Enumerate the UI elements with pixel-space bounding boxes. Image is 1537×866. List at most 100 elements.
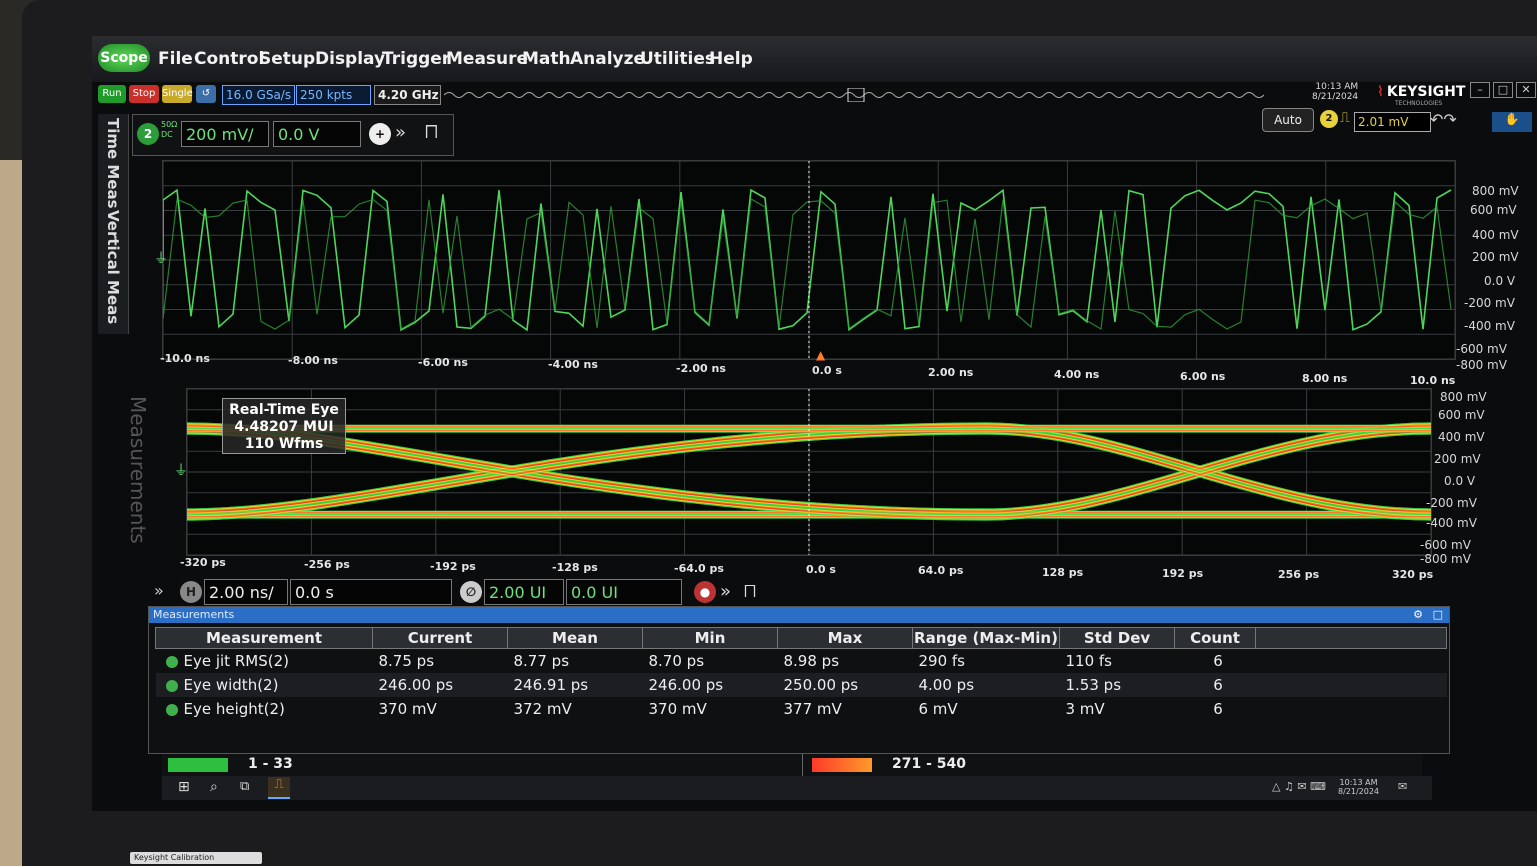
column-header[interactable]: Std Dev — [1059, 627, 1175, 649]
max-cell: 8.98 ps — [783, 652, 840, 670]
memory-depth-field[interactable]: 250 kpts — [296, 85, 371, 105]
eye-ytick: -600 mV — [1420, 538, 1471, 552]
tab-vertical-meas[interactable]: Vertical Meas — [104, 210, 122, 324]
horizontal-icon[interactable]: H — [180, 581, 202, 603]
eye-xtick: -192 ps — [430, 560, 476, 573]
touch-mode-icon[interactable]: ✋ — [1492, 112, 1532, 132]
wf-xtick: 2.00 ns — [928, 366, 974, 379]
eye-xtick: 0.0 s — [806, 563, 836, 576]
time-scale-field[interactable]: 2.00 ns/ — [204, 579, 288, 605]
notification-icon[interactable]: ✉ — [1398, 780, 1407, 793]
menu-trigger[interactable]: Trigger — [382, 49, 450, 69]
settings-icon[interactable]: ⚙ — [1413, 607, 1423, 623]
maximize-icon[interactable]: □ — [1433, 607, 1443, 623]
empty-cell — [1256, 697, 1447, 721]
vertical-scale-field[interactable]: 200 mV/ — [181, 121, 269, 147]
table-row[interactable]: Eye height(2) 370 mV 372 mV 370 mV 377 m… — [156, 697, 1447, 721]
measurement-name: Eye jit RMS(2) — [183, 652, 289, 670]
vertical-offset-field[interactable]: 0.0 V — [273, 121, 361, 147]
single-button[interactable]: Single — [162, 85, 193, 103]
eye-diagram-grid[interactable] — [186, 388, 1432, 556]
run-button[interactable]: Run — [98, 85, 126, 103]
default-setup-icon[interactable]: ↺ — [196, 85, 216, 103]
menu-display[interactable]: Display — [315, 49, 385, 69]
column-header[interactable]: Max — [777, 627, 913, 649]
tray-icons[interactable]: △ ♫ ✉ ⌨ — [1272, 780, 1326, 793]
column-header[interactable]: Range (Max-Min) — [912, 627, 1060, 649]
eye-xtick: -256 ps — [304, 558, 350, 571]
timebase-overview[interactable] — [444, 88, 1264, 102]
column-header[interactable]: Mean — [507, 627, 643, 649]
eye-mode-icon[interactable]: ∅ — [460, 581, 482, 603]
column-header-empty — [1255, 627, 1447, 649]
wf-ytick: 200 mV — [1472, 250, 1519, 264]
column-header[interactable]: Min — [642, 627, 778, 649]
record-icon[interactable]: ● — [694, 581, 716, 603]
menu-file[interactable]: File — [158, 49, 193, 69]
scope-app-icon[interactable]: ⎍ — [268, 777, 290, 799]
rising-edge-icon: ⎍ — [1340, 110, 1350, 126]
sample-rate-field[interactable]: 16.0 GSa/s — [222, 85, 295, 105]
menu-math[interactable]: Math — [522, 49, 571, 69]
ui-position-field[interactable]: 0.0 UI — [566, 579, 682, 605]
channel-2-badge[interactable]: 2 — [137, 123, 159, 145]
time-position-field[interactable]: 0.0 s — [290, 579, 452, 605]
channel-dot-icon — [165, 655, 178, 668]
menu-control[interactable]: Control — [194, 49, 264, 69]
wf-ytick: 400 mV — [1472, 228, 1519, 242]
min-cell: 246.00 ps — [642, 673, 778, 697]
trigger-channel-badge[interactable]: 2 — [1320, 110, 1338, 128]
menu-utilities[interactable]: Utilities — [640, 49, 715, 69]
menu-analyze[interactable]: Analyze — [570, 49, 645, 69]
expand-icon[interactable]: » — [395, 122, 406, 143]
right-color-swatch — [812, 758, 872, 772]
mean-cell: 8.77 ps — [513, 652, 570, 670]
table-row[interactable]: Eye jit RMS(2) 8.75 ps 8.77 ps 8.70 ps 8… — [156, 649, 1447, 674]
tab-time-meas[interactable]: Time Meas — [104, 118, 122, 209]
ui-scale-field[interactable]: 2.00 UI — [484, 579, 564, 605]
eye-xtick: 320 ps — [1392, 568, 1434, 581]
wf-ytick: -200 mV — [1464, 296, 1515, 310]
measurements-vertical-tab[interactable]: Measurements — [126, 396, 150, 544]
menu-help[interactable]: Help — [709, 49, 753, 69]
taskbar-clock[interactable]: 10:13 AM 8/21/2024 — [1338, 778, 1379, 796]
wf-ytick: -400 mV — [1464, 319, 1515, 333]
task-view-icon[interactable]: ⧉ — [240, 779, 249, 794]
menu-measure[interactable]: Measure — [446, 49, 528, 69]
wf-ytick: 800 mV — [1472, 184, 1519, 198]
count-cell: 6 — [1213, 652, 1223, 670]
eye-ytick: -400 mV — [1426, 516, 1477, 530]
max-cell: 250.00 ps — [777, 673, 913, 697]
std-dev-cell: 3 mV — [1065, 700, 1105, 718]
collapse-icon[interactable]: » — [154, 581, 164, 600]
pin-icon[interactable]: ⨅ — [744, 582, 756, 600]
table-row[interactable]: Eye width(2) 246.00 ps 246.91 ps 246.00 … — [155, 673, 1447, 697]
search-icon[interactable]: ⌕ — [210, 779, 218, 795]
eye-ytick: 200 mV — [1434, 452, 1481, 466]
bandwidth-field[interactable]: 4.20 GHz — [374, 85, 441, 105]
windows-start-icon[interactable]: ⊞ — [178, 779, 190, 795]
measurements-table: Measurement Current Mean Min Max Range (… — [155, 627, 1447, 721]
trigger-level-field[interactable]: 2.01 mV — [1354, 112, 1431, 132]
measurements-title-bar: Measurements ⚙ □ — [149, 607, 1449, 623]
waveform-grid[interactable] — [162, 160, 1456, 360]
measurement-name-cell: Eye height(2) — [156, 697, 373, 721]
eye-ytick: 800 mV — [1440, 390, 1487, 404]
trigger-mode-button[interactable]: Auto — [1262, 108, 1314, 132]
scope-button[interactable]: Scope — [98, 44, 150, 72]
pin-icon[interactable]: ⨅ — [425, 122, 438, 142]
timebase-controls: » H 2.00 ns/ 0.0 s ∅ 2.00 UI 0.0 UI ● » … — [148, 579, 768, 605]
undo-redo-icon[interactable]: ↶↷ — [1430, 110, 1457, 129]
column-header[interactable]: Current — [372, 627, 508, 649]
column-header[interactable]: Measurement — [155, 627, 373, 649]
eye-ytick: -200 mV — [1426, 496, 1477, 510]
column-header[interactable]: Count — [1174, 627, 1256, 649]
empty-cell — [1256, 649, 1447, 674]
wf-xtick: 4.00 ns — [1054, 368, 1100, 381]
expand-icon[interactable]: » — [720, 581, 731, 602]
ground-marker-icon: ⏚ — [154, 251, 168, 267]
add-icon[interactable]: + — [369, 123, 391, 145]
wf-xtick: 8.00 ns — [1302, 372, 1348, 385]
stop-button[interactable]: Stop — [129, 85, 159, 103]
menu-setup[interactable]: Setup — [259, 49, 315, 69]
